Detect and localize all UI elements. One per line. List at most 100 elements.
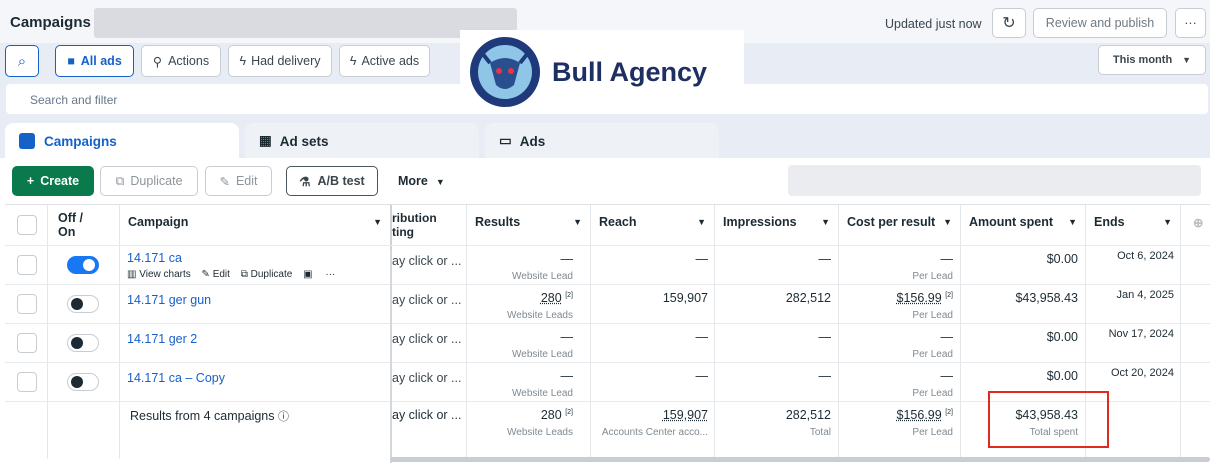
reach-cell: — [695, 252, 709, 266]
updated-status: Updated just now [885, 17, 982, 31]
totals-reach: 159,907 Accounts Center acco... [601, 408, 708, 438]
header-reach[interactable]: Reach ▼ [591, 205, 714, 245]
amount-spent-cell: $0.00 [1046, 369, 1078, 383]
select-all-checkbox[interactable] [17, 215, 37, 235]
horizontal-scrollbar[interactable] [390, 457, 1210, 462]
caret-down-icon: ▼ [943, 217, 952, 227]
impressions-cell: — [818, 330, 832, 344]
amount-spent-cell: $0.00 [1046, 330, 1078, 344]
row-checkbox[interactable] [17, 372, 37, 392]
header-cost-per-result[interactable]: Cost per result ▼ [839, 205, 960, 245]
bolt-icon: ϟ [349, 54, 357, 68]
header-campaign[interactable]: Campaign ▼ [120, 205, 390, 245]
attribution-setting: ay click or ... [392, 254, 462, 268]
row-checkbox[interactable] [17, 294, 37, 314]
ends-cell: Oct 20, 2024 [1111, 367, 1174, 379]
attribution-setting: ay click or ... [392, 332, 462, 346]
tab-campaigns[interactable]: Campaigns [5, 123, 239, 159]
filter-actions[interactable]: ⚲ Actions [141, 45, 221, 77]
ab-test-button[interactable]: ⚗ A/B test [286, 166, 378, 196]
duplicate-button[interactable]: ⧉ Duplicate [100, 166, 198, 196]
more-dropdown[interactable]: More ▼ [398, 174, 445, 204]
caret-down-icon: ▼ [1182, 55, 1192, 65]
caret-down-icon: ▼ [1163, 217, 1172, 227]
cost-per-result-cell: $156.99 [2] Per Lead [896, 291, 953, 321]
campaign-name-link[interactable]: 14.171 ca – Copy [127, 371, 225, 385]
filter-had-delivery[interactable]: ϟ Had delivery [228, 45, 332, 77]
pencil-icon: ✎ [219, 174, 230, 189]
grid-icon: ▦ [259, 133, 272, 148]
date-range-select[interactable]: This month ▼ [1098, 45, 1206, 75]
bolt-icon: ϟ [239, 54, 247, 68]
edit-link[interactable]: ✎ Edit [202, 269, 230, 280]
campaign-name-link[interactable]: 14.171 ger gun [127, 293, 211, 307]
tab-ad-sets[interactable]: ▦ Ad sets [245, 123, 479, 159]
campaign-name-link[interactable]: 14.171 ca [127, 251, 182, 265]
duplicate-link[interactable]: ⧉ Duplicate [241, 269, 293, 280]
campaign-toggle[interactable] [67, 256, 99, 274]
campaign-toggle[interactable] [67, 295, 99, 313]
create-button[interactable]: + Create [12, 166, 94, 196]
table-row: 14.171 ger 2 ay click or ... — Website Lead… [5, 323, 1210, 362]
table-row: 14.171 ger gun ay click or ... 280 [2] Webs… [5, 284, 1210, 323]
lightbulb-icon: ⚲ [152, 54, 163, 69]
search-button[interactable]: ⌕ [5, 45, 39, 77]
header-impressions[interactable]: Impressions ▼ [715, 205, 838, 245]
header-toggle: Off / On [58, 211, 83, 239]
more-options-button[interactable]: ··· [1175, 8, 1206, 38]
attribution-setting: ay click or ... [392, 371, 462, 385]
caret-down-icon: ▼ [821, 217, 830, 227]
caret-down-icon: ▼ [697, 217, 706, 227]
refresh-icon: ↻ [1002, 15, 1016, 32]
totals-impressions: 282,512 Total [785, 408, 831, 438]
row-actions: ▥ View charts ✎ Edit ⧉ Duplicate ▣ ··· [127, 269, 335, 280]
amount-spent-cell: $0.00 [1046, 252, 1078, 266]
duplicate-icon: ⧉ [115, 173, 125, 188]
ends-cell: Jan 4, 2025 [1116, 289, 1175, 301]
page-title: Campaigns [10, 14, 91, 31]
campaign-toggle[interactable] [67, 334, 99, 352]
caret-down-icon: ▼ [573, 217, 582, 227]
filter-active-ads[interactable]: ϟ Active ads [339, 45, 430, 77]
filter-all-ads[interactable]: ■ All ads [55, 45, 134, 77]
caret-down-icon: ▼ [373, 217, 382, 227]
folder-icon: ■ [67, 54, 75, 68]
pencil-icon: ✎ [201, 269, 210, 280]
image-icon[interactable]: ▣ [303, 269, 312, 280]
refresh-button[interactable]: ↻ [992, 8, 1026, 38]
campaigns-icon [19, 133, 35, 149]
header-amount-spent[interactable]: Amount spent ▼ [961, 205, 1085, 245]
reach-cell: — [695, 330, 709, 344]
ends-cell: Nov 17, 2024 [1108, 328, 1174, 340]
account-selector[interactable] [94, 8, 517, 38]
header-results[interactable]: Results ▼ [467, 205, 590, 245]
bull-logo-icon [470, 37, 540, 107]
header-ends[interactable]: Ends ▼ [1086, 205, 1180, 245]
campaign-toggle[interactable] [67, 373, 99, 391]
totals-attribution: ay click or ... [392, 408, 462, 422]
results-cell: — Website Lead [512, 252, 573, 282]
search-icon: ⌕ [17, 52, 27, 70]
add-column-icon[interactable]: ⊕ [1185, 205, 1207, 245]
row-checkbox[interactable] [17, 255, 37, 275]
caret-down-icon: ▼ [1068, 217, 1077, 227]
row-checkbox[interactable] [17, 333, 37, 353]
ends-cell: Oct 6, 2024 [1117, 250, 1174, 262]
edit-button[interactable]: ✎ Edit [205, 166, 272, 196]
cost-per-result-cell: — Per Lead [912, 252, 953, 282]
info-icon: ⓘ [278, 411, 289, 423]
bar-chart-icon: ▥ [127, 269, 137, 280]
tab-ads[interactable]: ▭ Ads [485, 123, 719, 159]
view-charts-link[interactable]: ▥ View charts [127, 269, 191, 280]
logo-text: Bull Agency [552, 56, 708, 87]
cost-per-result-cell: — Per Lead [912, 330, 953, 360]
amount-spent-cell: $43,958.43 [1015, 291, 1078, 305]
more-icon[interactable]: ··· [325, 269, 335, 280]
impressions-cell: — [818, 369, 832, 383]
campaign-name-link[interactable]: 14.171 ger 2 [127, 332, 197, 346]
review-publish-button[interactable]: Review and publish [1033, 8, 1167, 38]
duplicate-icon: ⧉ [240, 269, 248, 280]
header-attribution[interactable]: ribution ting [390, 205, 466, 245]
impressions-cell: — [818, 252, 832, 266]
flask-icon: ⚗ [299, 174, 311, 189]
